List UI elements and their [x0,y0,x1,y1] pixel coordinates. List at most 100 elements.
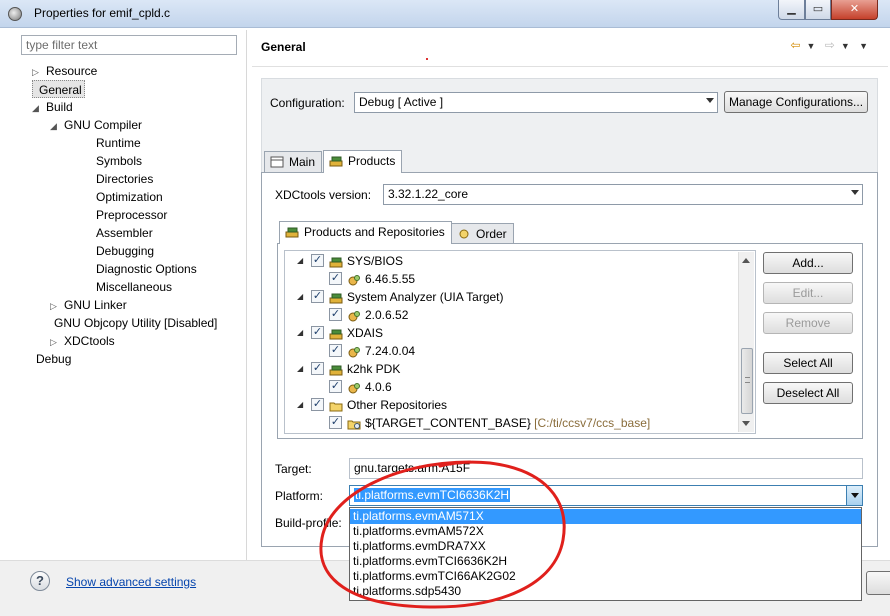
platform-option[interactable]: ti.platforms.evmAM571X [350,509,861,524]
tree-item-label: GNU Linker [64,298,127,312]
title-divider [252,66,888,67]
expand-icon[interactable]: ▷ [50,297,60,315]
product-version-row[interactable]: ✓ 6.46.5.55 [285,270,739,288]
product-version-row[interactable]: ✓ 2.0.6.52 [285,306,739,324]
product-row[interactable]: ◢ ✓ XDAIS [285,324,739,342]
expand-icon[interactable]: ▷ [50,333,60,351]
tab-main-label: Main [289,155,316,169]
tab-main[interactable]: Main [264,151,323,172]
collapse-icon[interactable]: ◢ [297,396,303,414]
product-checkbox[interactable]: ✓ [311,362,324,375]
forward-dropdown-icon[interactable]: ▼ [841,41,850,51]
product-row[interactable]: ◢ ✓ SYS/BIOS [285,252,739,270]
platform-option[interactable]: ti.platforms.evmTCI66AK2G02 [350,569,861,584]
product-icon [329,363,343,376]
tree-item[interactable]: Debug [32,350,71,368]
collapse-icon[interactable]: ◢ [50,117,60,135]
tab-products-and-repositories[interactable]: Products and Repositories [279,221,452,244]
pane-splitter[interactable] [246,30,247,560]
tree-item[interactable]: Assembler [82,224,153,242]
tree-item-label: Directories [96,172,154,186]
product-row[interactable]: ◢ ✓ System Analyzer (UIA Target) [285,288,739,306]
tree-item[interactable]: Preprocessor [82,206,167,224]
tree-item[interactable]: General [32,80,85,98]
tree-item[interactable]: Directories [82,170,153,188]
tree-item[interactable]: ▷ GNU Linker [50,296,127,314]
tree-item[interactable]: GNU Objcopy Utility [Disabled] [50,314,217,332]
products-tab-icon [329,156,343,167]
version-checkbox[interactable]: ✓ [329,344,342,357]
platform-dropdown-button[interactable] [846,486,862,505]
add-button[interactable]: Add... [763,252,853,274]
version-checkbox[interactable]: ✓ [329,308,342,321]
ok-button[interactable] [866,571,890,595]
product-version-row[interactable]: ✓ 4.0.6 [285,378,739,396]
platform-dropdown-list[interactable]: ti.platforms.evmAM571X ti.platforms.evmAM… [349,507,862,601]
product-checkbox[interactable]: ✓ [311,398,324,411]
tree-item[interactable]: Runtime [82,134,141,152]
configuration-combo[interactable]: Debug [ Active ] [354,92,718,113]
collapse-icon[interactable]: ◢ [297,288,303,306]
collapse-icon[interactable]: ◢ [32,99,42,117]
tree-item[interactable]: Optimization [82,188,163,206]
product-name: SYS/BIOS [347,254,404,268]
show-advanced-settings-link[interactable]: Show advanced settings [66,575,196,589]
version-checkbox[interactable]: ✓ [329,272,342,285]
tab-products[interactable]: Products [323,150,403,173]
tree-item-label: GNU Compiler [64,118,143,132]
tree-item-label: Optimization [96,190,163,204]
forward-arrow-icon[interactable]: ⇨ [825,38,835,52]
product-row[interactable]: ◢ ✓ Other Repositories [285,396,739,414]
back-arrow-icon[interactable]: ⇦ [790,38,800,52]
collapse-icon[interactable]: ◢ [297,252,303,270]
tree-item-label: Diagnostic Options [96,262,197,276]
tree-item[interactable]: ◢ Build [32,98,73,116]
platform-option[interactable]: ti.platforms.sdp5430 [350,584,861,599]
xdctools-version-combo[interactable]: 3.32.1.22_core [383,184,863,205]
back-dropdown-icon[interactable]: ▼ [806,41,815,51]
product-checkbox[interactable]: ✓ [311,254,324,267]
product-version-row[interactable]: ✓ ${TARGET_CONTENT_BASE} [C:/ti/ccsv7/ccs… [285,414,739,432]
edit-button[interactable]: Edit... [763,282,853,304]
product-version-row[interactable]: ✓ 7.24.0.04 [285,342,739,360]
platform-option[interactable]: ti.platforms.evmAM572X [350,524,861,539]
scroll-down-icon[interactable] [742,421,750,426]
help-icon[interactable]: ? [30,571,50,591]
close-window-button[interactable]: ✕ [831,0,878,20]
tree-item[interactable]: Miscellaneous [82,278,172,296]
scroll-up-icon[interactable] [742,258,750,263]
remove-button[interactable]: Remove [763,312,853,334]
configuration-label: Configuration: [270,96,345,110]
minimize-button[interactable]: ▁ [778,0,805,20]
deselect-all-button[interactable]: Deselect All [763,382,853,404]
expand-icon[interactable]: ▷ [32,63,42,81]
tab-order[interactable]: Order [451,223,514,244]
filter-input[interactable]: type filter text [21,35,237,55]
collapse-icon[interactable]: ◢ [297,360,303,378]
tree-item[interactable]: ▷ XDCtools [50,332,115,350]
tree-item[interactable]: ▷ Resource [32,62,97,80]
collapse-icon[interactable]: ◢ [297,324,303,342]
tree-item[interactable]: Symbols [82,152,142,170]
target-field[interactable]: gnu.targets.arm.A15F [349,458,863,479]
scroll-thumb[interactable] [741,348,753,414]
select-all-button[interactable]: Select All [763,352,853,374]
product-row[interactable]: ◢ ✓ k2hk PDK [285,360,739,378]
manage-configurations-button[interactable]: Manage Configurations... [724,91,868,113]
products-list[interactable]: ◢ ✓ SYS/BIOS ✓ 6.46.5.55 ◢ ✓ System Analyzer (U… [284,250,756,434]
maximize-button[interactable]: ▭ [805,0,831,20]
version-checkbox[interactable]: ✓ [329,416,342,429]
version-icon [347,345,361,358]
platform-combo[interactable]: ti.platforms.evmTCI6636K2H [349,485,863,506]
product-checkbox[interactable]: ✓ [311,326,324,339]
tree-item[interactable]: Diagnostic Options [82,260,197,278]
version-checkbox[interactable]: ✓ [329,380,342,393]
view-menu-icon[interactable]: ▼ [859,41,868,51]
product-version: 2.0.6.52 [365,308,409,322]
product-checkbox[interactable]: ✓ [311,290,324,303]
platform-option[interactable]: ti.platforms.evmDRA7XX [350,539,861,554]
products-list-scrollbar[interactable] [738,252,754,432]
tree-item[interactable]: ◢ GNU Compiler [50,116,142,134]
platform-option[interactable]: ti.platforms.evmTCI6636K2H [350,554,861,569]
tree-item[interactable]: Debugging [82,242,154,260]
